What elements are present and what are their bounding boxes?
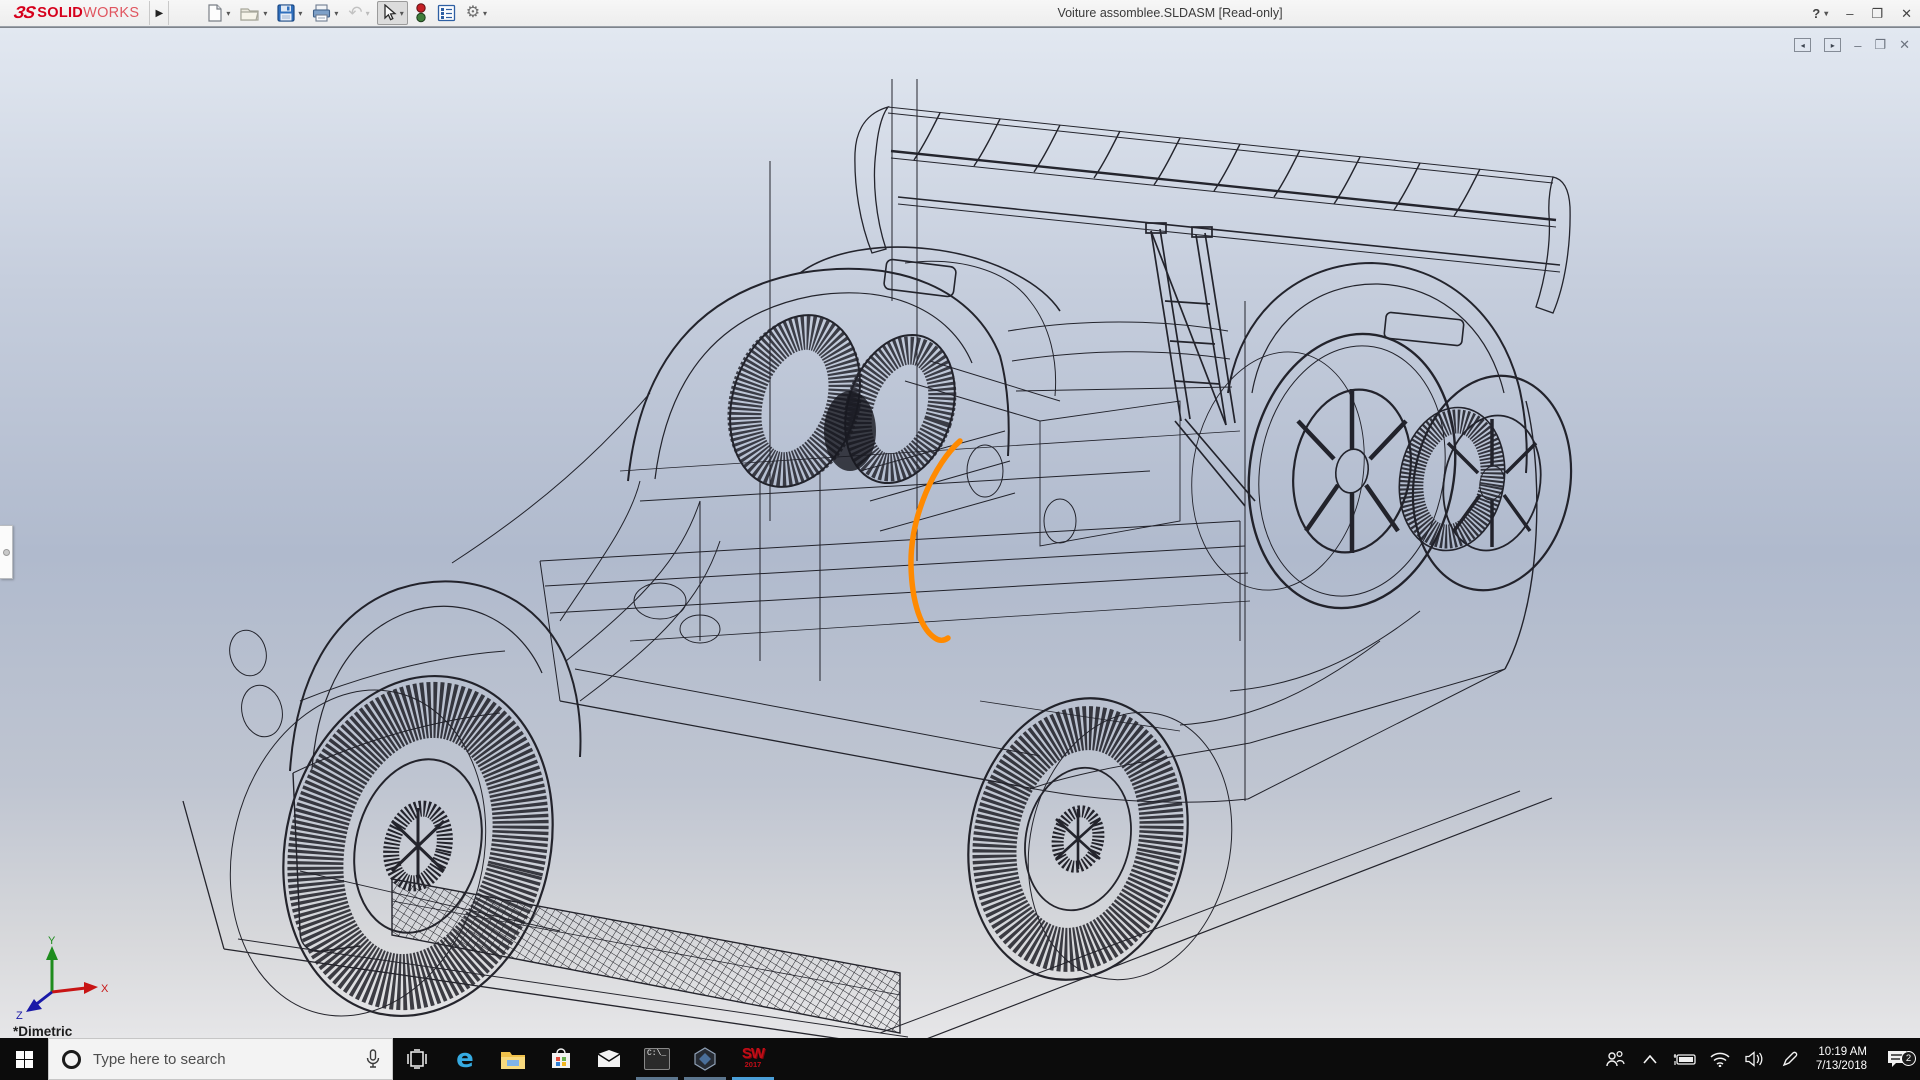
save-button[interactable]: ▾ xyxy=(274,2,305,24)
search-placeholder-text: Type here to search xyxy=(93,1051,366,1068)
feature-tree-tab-knob-icon xyxy=(3,549,10,556)
people-icon xyxy=(1605,1050,1625,1068)
start-button[interactable] xyxy=(0,1038,48,1080)
triad-z-label: Z xyxy=(16,1010,23,1020)
new-document-dropdown[interactable]: ▾ xyxy=(226,9,230,18)
undo-icon: ↶ xyxy=(348,6,362,20)
3d-viewer-button[interactable] xyxy=(681,1038,729,1080)
print-dropdown[interactable]: ▾ xyxy=(334,9,338,18)
select-cursor-icon xyxy=(381,4,397,22)
windows-logo-icon xyxy=(16,1051,33,1068)
store-icon xyxy=(550,1048,572,1070)
battery-button[interactable] xyxy=(1672,1053,1698,1066)
action-center-button[interactable]: 2 xyxy=(1880,1050,1914,1068)
command-prompt-icon: C:\_ xyxy=(644,1048,670,1070)
speaker-icon xyxy=(1745,1051,1764,1067)
taskbar: Type here to search e xyxy=(0,1038,1920,1080)
quick-access-toolbar: ▾ ▾ ▾ xyxy=(203,1,490,25)
clock-time: 10:19 AM xyxy=(1816,1045,1867,1059)
orientation-triad: Y X Z xyxy=(14,936,110,1020)
new-document-button[interactable]: ▾ xyxy=(203,2,233,24)
microphone-icon[interactable] xyxy=(366,1049,380,1069)
task-view-button[interactable] xyxy=(393,1038,441,1080)
wireframe-car-drawing xyxy=(0,28,1920,1039)
command-prompt-button[interactable]: C:\_ xyxy=(633,1038,681,1080)
system-tray: 10:19 AM 7/13/2018 2 xyxy=(1602,1038,1920,1080)
cortana-icon xyxy=(62,1050,81,1069)
options-button[interactable]: ⚙ ▾ xyxy=(463,3,490,23)
print-icon xyxy=(312,4,331,22)
save-dropdown[interactable]: ▾ xyxy=(298,9,302,18)
solidworks-logo-mark-icon: ЗS xyxy=(12,3,37,23)
print-button[interactable]: ▾ xyxy=(309,2,341,24)
triad-y-label: Y xyxy=(48,936,56,947)
rebuild-stoplight-button[interactable] xyxy=(412,1,430,25)
brand-name-light: WORKS xyxy=(83,5,139,21)
solidworks-logo: ЗS SOLID WORKS xyxy=(0,0,149,27)
battery-charging-icon xyxy=(1673,1053,1697,1066)
doc-minimize-button[interactable]: – xyxy=(1854,38,1861,53)
menu-flyout-button[interactable]: ▶ xyxy=(149,1,169,25)
options-dropdown[interactable]: ▾ xyxy=(483,9,487,18)
new-document-icon xyxy=(206,4,223,22)
view-orientation-label: *Dimetric xyxy=(13,1024,72,1039)
pen-button[interactable] xyxy=(1777,1051,1803,1068)
file-explorer-button[interactable] xyxy=(489,1038,537,1080)
save-floppy-icon xyxy=(277,4,295,22)
edge-icon: e xyxy=(456,1044,474,1074)
network-button[interactable] xyxy=(1707,1052,1733,1067)
window-controls: ?▾ – ❐ ✕ xyxy=(1812,0,1912,27)
doc-close-button[interactable]: ✕ xyxy=(1899,37,1910,53)
undo-button[interactable]: ↶ ▾ xyxy=(345,4,372,22)
solidworks-2017-icon: SW 2017 xyxy=(742,1048,764,1070)
restore-button[interactable]: ❐ xyxy=(1871,6,1883,22)
tray-overflow-button[interactable] xyxy=(1637,1055,1663,1064)
triad-x-label: X xyxy=(101,983,109,995)
doc-restore-button[interactable]: ❐ xyxy=(1874,37,1886,53)
document-window-controls: ◂ ▸ – ❐ ✕ xyxy=(1794,37,1910,53)
taskbar-search-input[interactable]: Type here to search xyxy=(48,1038,393,1080)
chevron-up-icon xyxy=(1643,1055,1657,1064)
select-button[interactable]: ▾ xyxy=(377,1,408,25)
stoplight-icon xyxy=(415,3,427,23)
clock[interactable]: 10:19 AM 7/13/2018 xyxy=(1812,1045,1871,1073)
clock-date: 7/13/2018 xyxy=(1816,1059,1867,1073)
solidworks-2017-button[interactable]: SW 2017 xyxy=(729,1038,777,1080)
mail-icon xyxy=(597,1050,621,1068)
help-button[interactable]: ?▾ xyxy=(1812,6,1828,21)
feature-tree-collapsed-tab[interactable] xyxy=(0,525,13,579)
notification-badge: 2 xyxy=(1901,1051,1916,1066)
gear-icon: ⚙ xyxy=(466,5,480,21)
minimize-button[interactable]: – xyxy=(1846,6,1853,21)
3d-viewer-icon xyxy=(693,1047,717,1071)
wifi-icon xyxy=(1710,1052,1730,1067)
open-dropdown[interactable]: ▾ xyxy=(263,9,267,18)
open-button[interactable]: ▾ xyxy=(237,2,270,24)
file-explorer-icon xyxy=(500,1049,526,1070)
titlebar: ЗS SOLID WORKS ▶ ▾ ▾ xyxy=(0,0,1920,27)
undo-dropdown[interactable]: ▾ xyxy=(366,9,370,18)
mail-button[interactable] xyxy=(585,1038,633,1080)
doc-next-button[interactable]: ▸ xyxy=(1824,38,1841,52)
brand-name-bold: SOLID xyxy=(37,5,83,21)
doc-prev-button[interactable]: ◂ xyxy=(1794,38,1811,52)
select-dropdown[interactable]: ▾ xyxy=(400,9,404,18)
microsoft-store-button[interactable] xyxy=(537,1038,585,1080)
volume-button[interactable] xyxy=(1742,1051,1768,1067)
properties-list-icon xyxy=(437,4,456,22)
open-folder-icon xyxy=(240,4,260,22)
people-button[interactable] xyxy=(1602,1050,1628,1068)
document-properties-button[interactable] xyxy=(434,2,459,24)
task-view-icon xyxy=(406,1049,428,1069)
pen-icon xyxy=(1781,1051,1798,1068)
help-dropdown[interactable]: ▾ xyxy=(1824,9,1828,18)
edge-button[interactable]: e xyxy=(441,1038,489,1080)
close-button[interactable]: ✕ xyxy=(1901,6,1912,22)
graphics-viewport[interactable]: ◂ ▸ – ❐ ✕ Y X Z *Dimetric xyxy=(0,27,1920,1038)
